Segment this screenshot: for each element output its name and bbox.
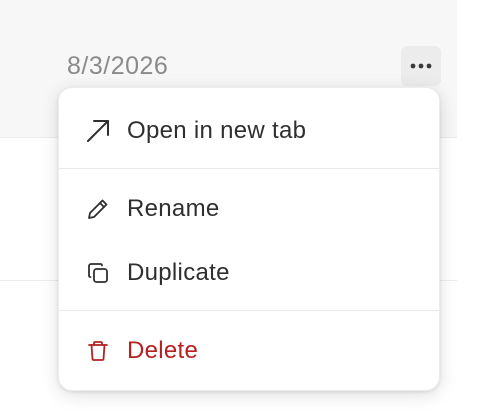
menu-item-delete[interactable]: Delete xyxy=(59,325,439,377)
duplicate-icon xyxy=(85,260,111,286)
menu-item-open-in-new-tab[interactable]: Open in new tab xyxy=(59,105,439,157)
page: 8/3/2026 Open in new tab Rename Duplicat… xyxy=(0,0,478,414)
external-arrow-icon xyxy=(85,118,111,144)
item-date: 8/3/2026 xyxy=(67,52,169,80)
menu-item-rename[interactable]: Rename xyxy=(59,183,439,235)
menu-divider xyxy=(59,168,439,169)
pencil-icon xyxy=(85,196,111,222)
context-menu: Open in new tab Rename Duplicate Delete xyxy=(58,87,440,391)
more-options-button[interactable] xyxy=(401,46,441,86)
ellipsis-horizontal-icon xyxy=(410,63,432,69)
menu-item-duplicate[interactable]: Duplicate xyxy=(59,247,439,299)
trash-icon xyxy=(85,338,111,364)
menu-item-label: Duplicate xyxy=(127,259,230,286)
page-edge xyxy=(457,0,478,414)
menu-divider xyxy=(59,310,439,311)
menu-item-label: Delete xyxy=(127,337,199,364)
menu-item-label: Rename xyxy=(127,195,220,222)
menu-item-label: Open in new tab xyxy=(127,117,307,144)
